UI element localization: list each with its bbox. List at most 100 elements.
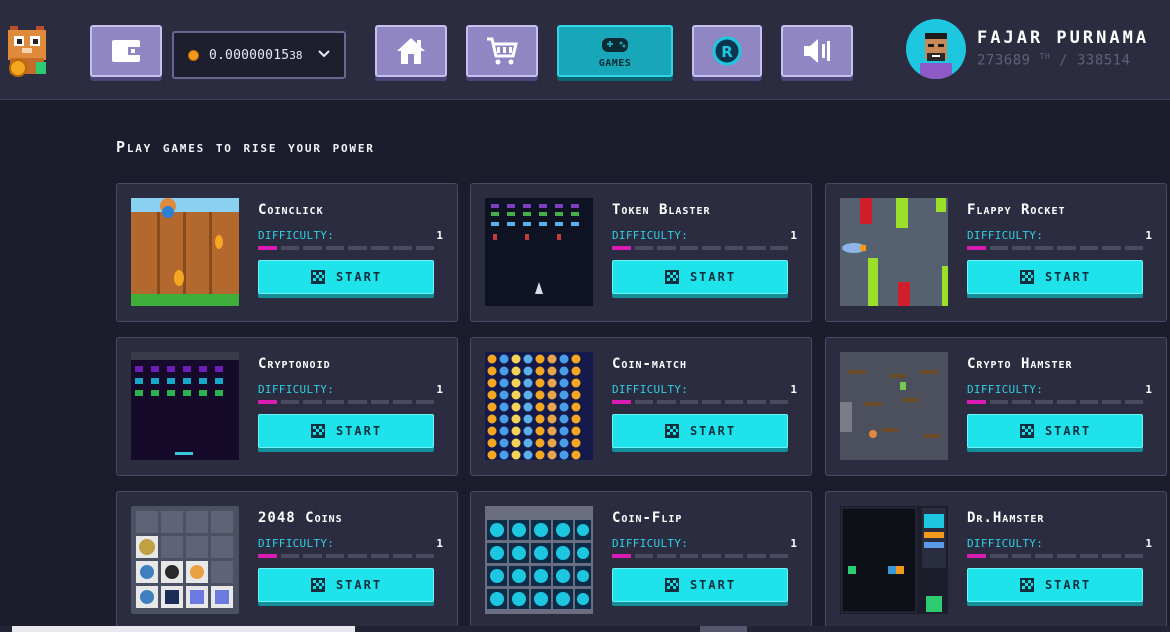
difficulty-segment — [967, 400, 986, 404]
difficulty-value: 1 — [436, 537, 443, 550]
difficulty-segment — [1079, 554, 1098, 558]
difficulty-segment — [370, 246, 389, 250]
difficulty-segment — [1034, 554, 1053, 558]
difficulty-segment — [724, 554, 743, 558]
game-thumbnail[interactable] — [131, 352, 239, 460]
rollercoin-token-icon: R — [712, 36, 742, 66]
difficulty-segment — [612, 400, 631, 404]
start-button-label: START — [1044, 578, 1092, 592]
scrollbar-thumb[interactable] — [12, 626, 355, 632]
difficulty-bar — [258, 400, 434, 404]
difficulty-segment — [989, 246, 1008, 250]
wallet-icon — [112, 40, 140, 62]
game-thumbnail[interactable] — [131, 506, 239, 614]
game-title: Coin-match — [612, 356, 688, 372]
difficulty-label: DIFFICULTY: — [258, 537, 335, 550]
shop-button[interactable] — [466, 25, 538, 77]
start-button[interactable]: START — [612, 568, 788, 602]
start-button-label: START — [1044, 424, 1092, 438]
difficulty-segment — [1079, 246, 1098, 250]
balance-selector[interactable]: 0.00000015 38 — [172, 31, 346, 79]
top-bar: 0.00000015 38 GAMES R FAJAR PURNAMA 2736… — [0, 0, 1170, 100]
start-button[interactable]: START — [258, 414, 434, 448]
game-title: Flappy Rocket — [967, 202, 1066, 218]
difficulty-segment — [702, 554, 721, 558]
difficulty-label: DIFFICULTY: — [258, 383, 335, 396]
checkered-flag-icon — [1019, 578, 1034, 592]
start-button-label: START — [689, 270, 737, 284]
svg-text:R: R — [721, 43, 733, 61]
difficulty-segment — [967, 554, 986, 558]
game-card: Coin-match DIFFICULTY: 1 START — [470, 337, 812, 476]
game-title: Dr.Hamster — [967, 510, 1045, 526]
start-button[interactable]: START — [967, 568, 1143, 602]
start-button[interactable]: START — [258, 260, 434, 294]
difficulty-segment — [634, 246, 653, 250]
difficulty-bar — [612, 400, 788, 404]
game-card: Flappy Rocket DIFFICULTY: 1 START — [825, 183, 1167, 322]
checkered-flag-icon — [1019, 424, 1034, 438]
sound-button[interactable] — [781, 25, 853, 77]
difficulty-segment — [1057, 400, 1076, 404]
difficulty-label: DIFFICULTY: — [612, 383, 689, 396]
start-button[interactable]: START — [967, 414, 1143, 448]
difficulty-segment — [769, 246, 788, 250]
start-button-label: START — [1044, 270, 1092, 284]
checkered-flag-icon — [664, 578, 679, 592]
difficulty-segment — [303, 400, 322, 404]
difficulty-value: 1 — [790, 383, 797, 396]
difficulty-segment — [769, 400, 788, 404]
difficulty-segment — [393, 400, 412, 404]
game-title: Token Blaster — [612, 202, 711, 218]
difficulty-segment — [747, 246, 766, 250]
difficulty-bar — [612, 246, 788, 250]
token-button[interactable]: R — [692, 25, 762, 77]
difficulty-segment — [1012, 554, 1031, 558]
difficulty-segment — [612, 554, 631, 558]
games-button[interactable]: GAMES — [557, 25, 673, 77]
page-title: Play games to rise your power — [116, 138, 375, 156]
difficulty-bar — [967, 554, 1143, 558]
game-thumbnail[interactable] — [840, 506, 948, 614]
horizontal-scrollbar[interactable] — [0, 626, 1170, 632]
game-thumbnail[interactable] — [485, 198, 593, 306]
difficulty-segment — [1124, 246, 1143, 250]
chevron-down-icon — [318, 50, 330, 58]
start-button-label: START — [335, 578, 383, 592]
start-button[interactable]: START — [967, 260, 1143, 294]
difficulty-segment — [370, 400, 389, 404]
cart-icon — [487, 37, 518, 65]
game-thumbnail[interactable] — [485, 352, 593, 460]
power-unit: TH — [1039, 52, 1051, 61]
game-thumbnail[interactable] — [131, 198, 239, 306]
start-button[interactable]: START — [612, 414, 788, 448]
game-thumbnail[interactable] — [840, 352, 948, 460]
user-name: FAJAR PURNAMA — [977, 28, 1150, 48]
game-thumbnail[interactable] — [840, 198, 948, 306]
start-button-label: START — [335, 424, 383, 438]
difficulty-segment — [325, 246, 344, 250]
difficulty-segment — [280, 246, 299, 250]
difficulty-value: 1 — [790, 229, 797, 242]
game-title: Coinclick — [258, 202, 324, 218]
difficulty-segment — [1124, 400, 1143, 404]
avatar[interactable] — [906, 19, 966, 79]
user-power-current: 273689 — [977, 52, 1031, 69]
difficulty-value: 1 — [436, 229, 443, 242]
game-title: Crypto Hamster — [967, 356, 1073, 372]
difficulty-value: 1 — [1145, 229, 1152, 242]
difficulty-segment — [967, 246, 986, 250]
difficulty-label: DIFFICULTY: — [967, 229, 1044, 242]
wallet-button[interactable] — [90, 25, 162, 77]
game-thumbnail[interactable] — [485, 506, 593, 614]
home-button[interactable] — [375, 25, 447, 77]
hamster-logo[interactable] — [4, 22, 50, 78]
scrollbar-thumb-secondary[interactable] — [700, 626, 747, 632]
balance-value: 0.00000015 — [209, 47, 290, 63]
start-button[interactable]: START — [612, 260, 788, 294]
difficulty-segment — [634, 554, 653, 558]
difficulty-segment — [415, 246, 434, 250]
difficulty-segment — [1034, 400, 1053, 404]
difficulty-segment — [1057, 554, 1076, 558]
start-button[interactable]: START — [258, 568, 434, 602]
